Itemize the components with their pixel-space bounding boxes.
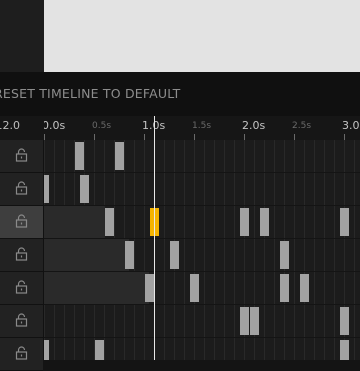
keyframe[interactable] — [280, 274, 289, 302]
keyframe[interactable] — [260, 208, 269, 236]
keyframe[interactable] — [240, 208, 249, 236]
ruler-minor-label: 0.5s — [92, 121, 112, 131]
ruler-major-label: 0.0s — [42, 119, 66, 132]
track-lock-toggle[interactable] — [0, 173, 43, 206]
track-lock-toggle[interactable] — [0, 338, 43, 371]
track-row[interactable] — [44, 239, 360, 272]
lock-icon — [15, 213, 28, 232]
track-duration-bar — [44, 206, 104, 238]
lock-icon — [15, 147, 28, 166]
lock-icon — [15, 180, 28, 199]
keyframe[interactable] — [300, 274, 309, 302]
keyframe[interactable] — [44, 340, 49, 360]
ruler-start-cell: 12.0 — [0, 116, 44, 140]
keyframe[interactable] — [280, 241, 289, 269]
keyframe[interactable] — [170, 241, 179, 269]
preview-area — [44, 0, 360, 72]
track-row[interactable] — [44, 305, 360, 338]
lock-icon — [15, 312, 28, 331]
keyframe[interactable] — [340, 208, 349, 236]
left-header-panel — [0, 0, 44, 72]
keyframe[interactable] — [340, 340, 349, 360]
keyframe[interactable] — [145, 274, 154, 302]
keyframe[interactable] — [44, 175, 49, 203]
ruler-major-label: 2.0s — [242, 119, 266, 132]
keyframe[interactable] — [240, 307, 249, 335]
ruler-minor-label: 1.5s — [192, 121, 212, 131]
ruler-minor-label: 2.5s — [292, 121, 312, 131]
track-lock-column — [0, 140, 44, 371]
keyframe[interactable] — [115, 142, 124, 170]
track-row[interactable] — [44, 140, 360, 173]
track-lock-toggle[interactable] — [0, 140, 43, 173]
track-row[interactable] — [44, 173, 360, 206]
track-lock-toggle[interactable] — [0, 272, 43, 305]
lock-icon — [15, 279, 28, 298]
keyframe-grid[interactable] — [44, 140, 360, 360]
track-row[interactable] — [44, 272, 360, 305]
keyframe[interactable] — [80, 175, 89, 203]
track-duration-bar — [44, 272, 149, 304]
track-lock-toggle[interactable] — [0, 206, 43, 239]
keyframe[interactable] — [340, 307, 349, 335]
track-row[interactable] — [44, 206, 360, 239]
playhead[interactable] — [154, 116, 155, 360]
keyframe[interactable] — [105, 208, 114, 236]
keyframe[interactable] — [190, 274, 199, 302]
reset-timeline-button[interactable]: RESET TIMELINE TO DEFAULT — [0, 86, 181, 101]
track-lock-toggle[interactable] — [0, 239, 43, 272]
ruler-major-label: 3.0s — [342, 119, 360, 132]
lock-icon — [15, 246, 28, 265]
keyframe[interactable] — [95, 340, 104, 360]
time-ruler[interactable]: 0.0s1.0s2.0s3.0s0.5s1.5s2.5s — [0, 116, 360, 140]
keyframe[interactable] — [75, 142, 84, 170]
keyframe[interactable] — [250, 307, 259, 335]
lock-icon — [15, 345, 28, 364]
keyframe[interactable] — [125, 241, 134, 269]
track-row[interactable] — [44, 338, 360, 360]
track-lock-toggle[interactable] — [0, 305, 43, 338]
timeline-toolbar: RESET TIMELINE TO DEFAULT — [0, 72, 360, 116]
track-duration-bar — [44, 239, 129, 271]
ruler-start-label: 12.0 — [0, 119, 20, 132]
